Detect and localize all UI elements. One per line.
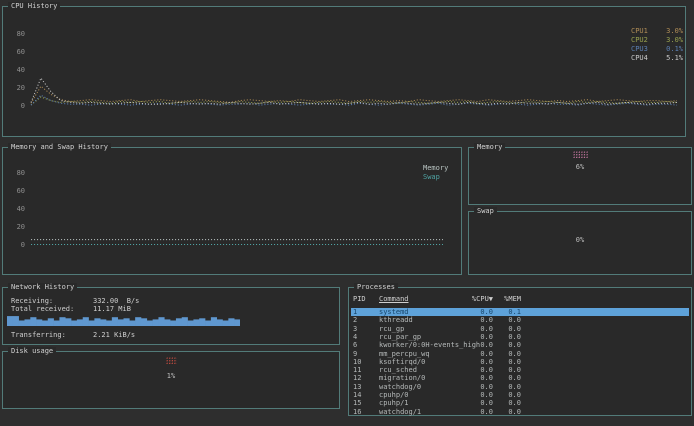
- swap-gauge-title: Swap: [474, 207, 497, 216]
- process-row[interactable]: 4rcu_par_gp0.00.0: [351, 333, 689, 341]
- network-history-panel: Network History Receiving:332.00 B/s Tot…: [2, 287, 340, 345]
- process-mem: 0.0: [485, 391, 521, 399]
- cpu-history-chart: [3, 7, 685, 136]
- network-receiving-row: Receiving:332.00 B/s: [11, 297, 139, 305]
- process-pid: 16: [353, 408, 377, 416]
- processes-header: PID Command %CPU▼ %MEM: [351, 295, 691, 303]
- process-row[interactable]: 11rcu_sched0.00.0: [351, 366, 689, 374]
- process-mem: 0.0: [485, 383, 521, 391]
- cpu-legend-value: 0.1%: [657, 45, 683, 53]
- memory-gauge-panel: Memory 6%: [468, 147, 692, 205]
- process-mem: 0.0: [485, 358, 521, 366]
- memory-gauge-value: 6%: [469, 163, 691, 171]
- cpu-legend-name: CPU2: [631, 36, 657, 44]
- cpu-legend-name: CPU3: [631, 45, 657, 53]
- mem-swap-history-panel: Memory and Swap History 020406080 Memory…: [2, 147, 462, 275]
- process-pid: 10: [353, 358, 377, 366]
- process-pid: 3: [353, 325, 377, 333]
- process-mem: 0.0: [485, 325, 521, 333]
- network-history-title: Network History: [8, 283, 77, 292]
- network-transferring-row: Transferring:2.21 KiB/s: [11, 331, 135, 339]
- column-header-mem[interactable]: %MEM: [485, 295, 521, 303]
- process-row[interactable]: 9mm_percpu_wq0.00.0: [351, 350, 689, 358]
- cpu-legend-name: CPU1: [631, 27, 657, 35]
- process-table-body: 1systemd0.00.12kthreadd0.00.03rcu_gp0.00…: [351, 308, 689, 413]
- process-mem: 0.0: [485, 341, 521, 349]
- cpu-legend-item: CPU45.1%: [631, 54, 683, 62]
- cpu-legend-item: CPU23.0%: [631, 36, 683, 44]
- process-row[interactable]: 16watchdog/10.00.0: [351, 408, 689, 416]
- process-mem: 0.0: [485, 408, 521, 416]
- cpu-legend-item: CPU30.1%: [631, 45, 683, 53]
- process-mem: 0.0: [485, 374, 521, 382]
- process-pid: 1: [353, 308, 377, 316]
- cpu-legend-value: 5.1%: [657, 54, 683, 62]
- disk-usage-panel: Disk usage 1%: [2, 351, 340, 409]
- process-row[interactable]: 13watchdog/00.00.0: [351, 383, 689, 391]
- column-header-pid[interactable]: PID: [353, 295, 377, 303]
- mem-swap-legend-item: Swap: [423, 173, 440, 181]
- process-pid: 15: [353, 399, 377, 407]
- process-pid: 9: [353, 350, 377, 358]
- mem-swap-legend-item: Memory: [423, 164, 448, 172]
- memory-gauge-title: Memory: [474, 143, 505, 152]
- network-receive-sparkline: [7, 315, 240, 326]
- process-row-selected[interactable]: 1systemd0.00.1: [351, 308, 689, 316]
- process-pid: 6: [353, 341, 377, 349]
- process-mem: 0.0: [485, 399, 521, 407]
- cpu-history-panel: CPU History 020406080 CPU13.0%CPU23.0%CP…: [2, 6, 686, 137]
- process-mem: 0.1: [485, 308, 521, 316]
- processes-title: Processes: [354, 283, 398, 292]
- total-received-value: 11.17 MiB: [93, 305, 131, 313]
- swap-gauge-value: 0%: [469, 236, 691, 244]
- cpu-legend-value: 3.0%: [657, 27, 683, 35]
- receiving-value: 332.00 B/s: [93, 297, 139, 305]
- network-total-received-row: Total received:11.17 MiB: [11, 305, 131, 313]
- process-row[interactable]: 10ksoftirqd/00.00.0: [351, 358, 689, 366]
- process-pid: 13: [353, 383, 377, 391]
- disk-usage-title: Disk usage: [8, 347, 56, 356]
- process-row[interactable]: 14cpuhp/00.00.0: [351, 391, 689, 399]
- process-pid: 2: [353, 316, 377, 324]
- process-mem: 0.0: [485, 333, 521, 341]
- process-pid: 11: [353, 366, 377, 374]
- swap-gauge-panel: Swap 0%: [468, 211, 692, 275]
- process-row[interactable]: 3rcu_gp0.00.0: [351, 325, 689, 333]
- cpu-legend-value: 3.0%: [657, 36, 683, 44]
- process-mem: 0.0: [485, 316, 521, 324]
- transferring-value: 2.21 KiB/s: [93, 331, 135, 339]
- total-received-label: Total received:: [11, 305, 93, 313]
- process-row[interactable]: 2kthreadd0.00.0: [351, 316, 689, 324]
- disk-gauge-value: 1%: [3, 372, 339, 380]
- process-mem: 0.0: [485, 366, 521, 374]
- cpu-legend-name: CPU4: [631, 54, 657, 62]
- memory-gauge-dots: [573, 151, 589, 159]
- transferring-label: Transferring:: [11, 331, 93, 339]
- process-pid: 4: [353, 333, 377, 341]
- process-row[interactable]: 6kworker/0:0H-events_high0.00.0: [351, 341, 689, 349]
- cpu-legend-item: CPU13.0%: [631, 27, 683, 35]
- process-row[interactable]: 12migration/00.00.0: [351, 374, 689, 382]
- process-pid: 12: [353, 374, 377, 382]
- process-pid: 14: [353, 391, 377, 399]
- process-row[interactable]: 15cpuhp/10.00.0: [351, 399, 689, 407]
- system-monitor-dashboard: CPU History 020406080 CPU13.0%CPU23.0%CP…: [0, 0, 694, 426]
- processes-panel: Processes PID Command %CPU▼ %MEM 1system…: [348, 287, 692, 416]
- disk-gauge-dots: [166, 357, 177, 365]
- receiving-label: Receiving:: [11, 297, 93, 305]
- mem-swap-history-chart: [3, 148, 461, 274]
- process-mem: 0.0: [485, 350, 521, 358]
